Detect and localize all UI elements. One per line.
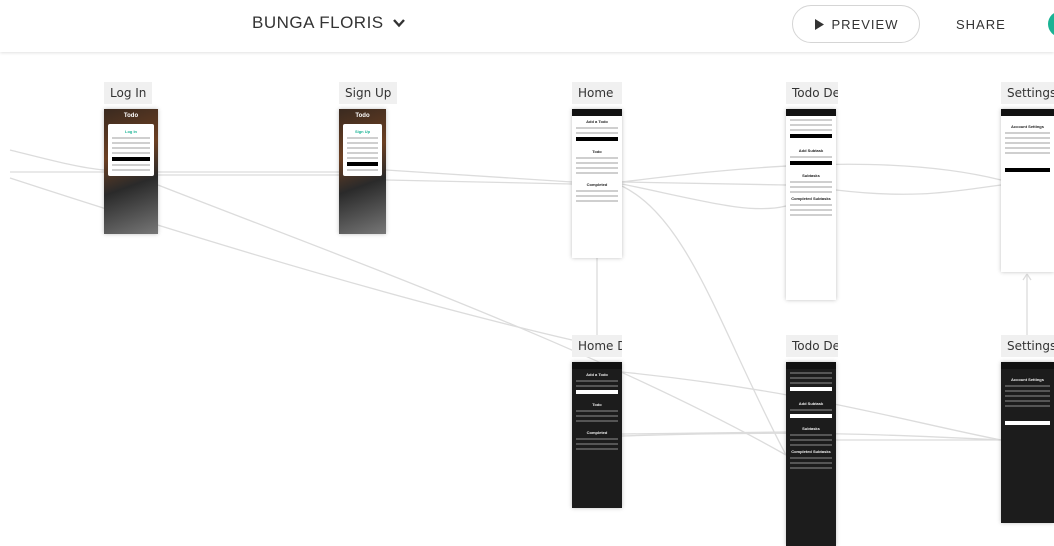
screen-thumbnail-signup[interactable]: Todo Sign Up	[339, 109, 386, 234]
home-section-completed: Completed	[586, 182, 608, 187]
screen-thumbnail-todo-detail[interactable]: Add Subtask Subtasks Completed Subtasks	[786, 109, 836, 300]
play-icon	[814, 18, 824, 30]
screen-label-todo-detail[interactable]: Todo De	[786, 82, 838, 104]
flow-connections	[9, 149, 1032, 456]
screen-thumbnail-settings-dark[interactable]: Account Settings	[1001, 362, 1054, 523]
todo-detail-dark-subtasks: Subtasks	[802, 426, 820, 431]
screen-label-todo-detail-dark[interactable]: Todo Det	[786, 335, 838, 357]
settings-dark-title: Account Settings	[1011, 377, 1044, 382]
screen-thumbnail-home[interactable]: Add a Todo Todo Completed	[572, 109, 622, 258]
wire	[835, 184, 1002, 195]
login-card-title: Log In	[125, 129, 137, 134]
screen-thumbnail-todo-detail-dark[interactable]: Add Subtask Subtasks Completed Subtasks	[786, 362, 836, 546]
project-name: BUNGA FLORIS	[252, 13, 384, 32]
signup-brand: Todo	[355, 113, 370, 119]
signup-card-title: Sign Up	[354, 129, 371, 134]
login-card: Log In	[108, 124, 154, 176]
todo-detail-dark-completed-subtasks: Completed Subtasks	[791, 449, 831, 454]
wire	[621, 183, 787, 210]
screen-thumbnail-login[interactable]: Todo Log In	[104, 109, 158, 234]
share-button[interactable]: SHARE	[956, 17, 1006, 32]
wire	[621, 185, 787, 456]
wire	[157, 184, 787, 456]
screen-label-home-dark[interactable]: Home Da	[572, 335, 622, 357]
signup-card: Sign Up	[343, 124, 382, 176]
preview-label: PREVIEW	[831, 16, 899, 32]
wire	[621, 181, 787, 186]
preview-button[interactable]: PREVIEW	[792, 5, 920, 43]
wire	[9, 177, 573, 341]
login-brand: Todo	[123, 113, 139, 119]
screen-label-signup[interactable]: Sign Up	[339, 82, 398, 104]
screen-label-settings[interactable]: Settings	[1001, 82, 1054, 104]
home-title: Add a Todo	[586, 119, 608, 124]
todo-detail-completed-subtasks: Completed Subtasks	[791, 196, 831, 201]
home-dark-section-todo: Todo	[592, 402, 602, 407]
wire	[9, 149, 105, 171]
screen-label-login[interactable]: Log In	[104, 82, 153, 104]
home-dark-section-completed: Completed	[586, 430, 608, 435]
avatar[interactable]	[1048, 11, 1054, 37]
project-switcher[interactable]: BUNGA FLORIS	[252, 13, 406, 33]
todo-detail-subtasks: Subtasks	[802, 173, 820, 178]
home-section-todo: Todo	[592, 149, 602, 154]
home-dark-title: Add a Todo	[586, 372, 608, 377]
screen-thumbnail-home-dark[interactable]: Add a Todo Todo Completed	[572, 362, 622, 508]
screen-thumbnail-settings[interactable]: Account Settings	[1001, 109, 1054, 272]
top-bar: BUNGA FLORIS PREVIEW SHARE	[0, 0, 1054, 52]
settings-title: Account Settings	[1011, 124, 1044, 129]
todo-detail-add-subtask: Add Subtask	[798, 148, 824, 153]
chevron-down-icon	[392, 19, 405, 28]
screen-label-home[interactable]: Home	[572, 82, 622, 104]
todo-detail-dark-add-subtask: Add Subtask	[798, 401, 824, 406]
screen-label-settings-dark[interactable]: Settings	[1001, 335, 1054, 357]
